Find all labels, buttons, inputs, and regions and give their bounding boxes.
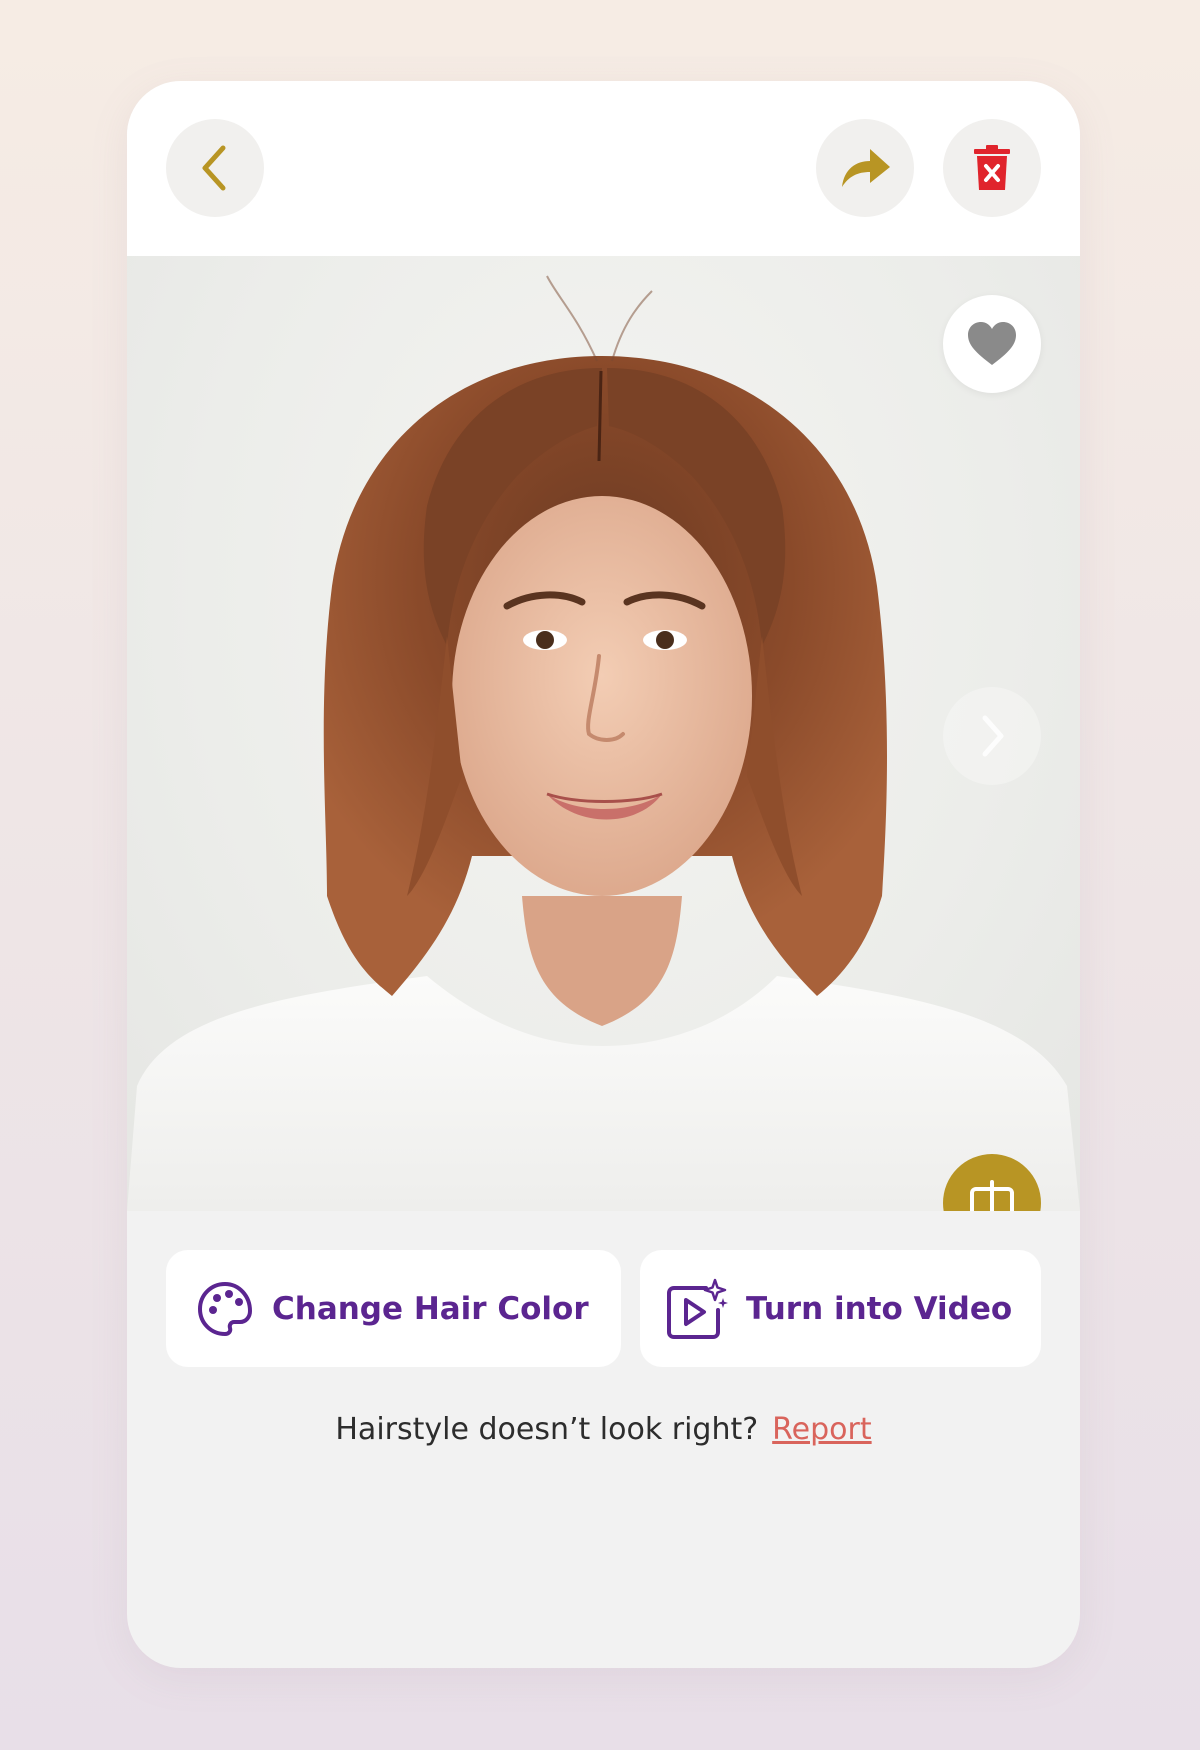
back-button[interactable]: [166, 119, 264, 217]
share-button[interactable]: [816, 119, 914, 217]
next-button[interactable]: [943, 687, 1041, 785]
heart-icon: [968, 322, 1016, 365]
compare-split-icon: [970, 1180, 1014, 1211]
change-hair-color-label: Change Hair Color: [272, 1290, 589, 1327]
chevron-left-icon: [202, 145, 226, 191]
delete-button[interactable]: [943, 119, 1041, 217]
trash-icon: [974, 145, 1010, 190]
result-card: Change Hair Color Turn into Video Hairst…: [127, 81, 1080, 1668]
turn-into-video-button[interactable]: Turn into Video: [640, 1250, 1041, 1367]
chevron-right-icon: [982, 715, 1004, 757]
palette-icon: [197, 1281, 253, 1336]
report-question: Hairstyle doesn’t look right?: [335, 1412, 759, 1447]
report-prompt: Hairstyle doesn’t look right? Report: [127, 1412, 1080, 1447]
report-link[interactable]: Report: [772, 1412, 871, 1447]
turn-into-video-label: Turn into Video: [746, 1290, 1013, 1327]
change-hair-color-button[interactable]: Change Hair Color: [166, 1250, 621, 1367]
portrait-image: [127, 275, 1080, 1211]
top-bar: [127, 81, 1080, 256]
hairstyle-photo: [127, 256, 1080, 1211]
share-arrow-icon: [842, 149, 890, 187]
video-sparkle-icon: [667, 1278, 728, 1339]
favorite-button[interactable]: [943, 295, 1041, 393]
